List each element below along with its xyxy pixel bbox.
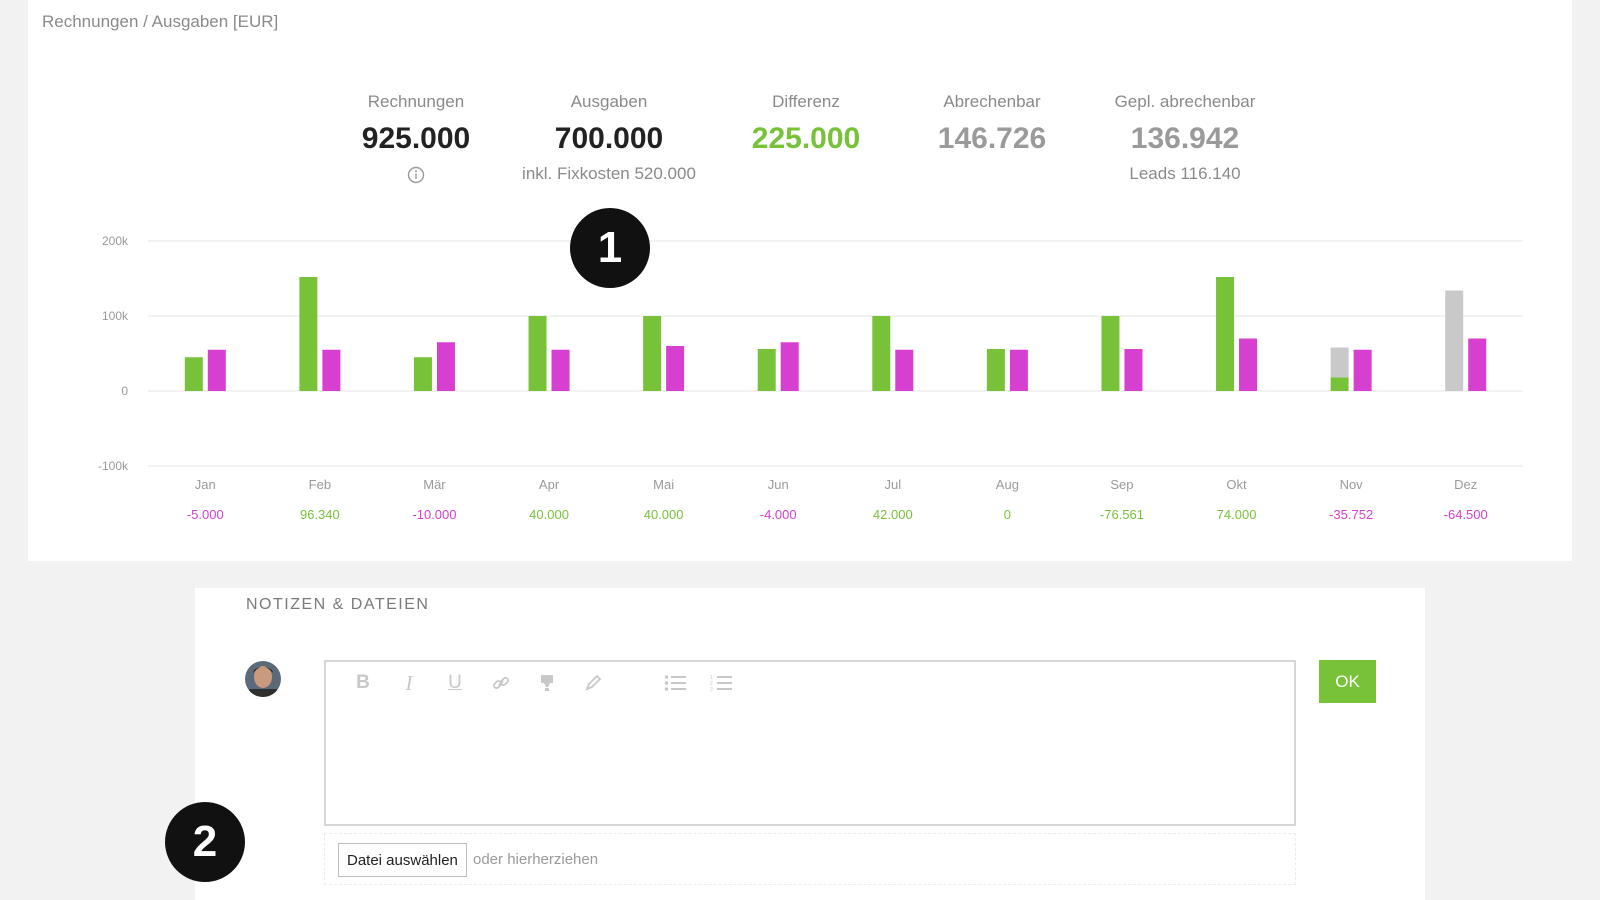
bar-invoices	[1101, 316, 1120, 391]
bar-expenses	[551, 349, 570, 391]
italic-icon[interactable]: I	[386, 670, 432, 696]
callout-badge-1: 1	[570, 208, 650, 288]
numbered-list-icon[interactable]: 123	[698, 670, 744, 696]
difference-label: 96.340	[300, 507, 340, 522]
bar-expenses	[1124, 349, 1143, 391]
x-tick-label: Sep	[1110, 477, 1133, 492]
notes-title: NOTIZEN & DATEIEN	[246, 596, 430, 613]
difference-label: 0	[1004, 507, 1011, 522]
y-tick-label: 0	[121, 384, 128, 398]
bar-invoices	[986, 349, 1005, 391]
editor-toolbar: B I U 123	[340, 670, 744, 696]
y-tick-label: -100k	[98, 459, 129, 473]
difference-label: -35.752	[1329, 507, 1373, 522]
bar-planned	[1445, 290, 1464, 391]
bar-invoices	[1330, 377, 1349, 391]
user-avatar[interactable]	[245, 661, 281, 697]
x-tick-label: Mär	[423, 477, 446, 492]
highlight-icon[interactable]	[524, 670, 570, 696]
bar-invoices	[872, 316, 891, 391]
bar-expenses	[1009, 349, 1028, 391]
x-tick-label: Aug	[996, 477, 1019, 492]
bar-invoices	[643, 316, 662, 391]
difference-label: 40.000	[644, 507, 684, 522]
bar-chart: 200k 100k 0 -100k Jan -5.000 Feb 96.340 Mär -10.0…	[98, 234, 1523, 522]
choose-file-button[interactable]: Datei auswählen	[338, 843, 467, 877]
x-tick-label: Apr	[539, 477, 560, 492]
bar-invoices	[413, 357, 432, 391]
difference-label: -4.000	[760, 507, 797, 522]
underline-icon[interactable]: U	[432, 670, 478, 696]
file-hint: oder hierherziehen	[473, 851, 599, 868]
note-editor[interactable]: B I U 123	[324, 660, 1296, 826]
difference-label: -5.000	[187, 507, 224, 522]
difference-label: -64.500	[1444, 507, 1488, 522]
bar-expenses	[1353, 349, 1372, 391]
bar-expenses	[666, 346, 685, 391]
difference-label: 74.000	[1217, 507, 1257, 522]
bar-expenses	[436, 342, 455, 391]
svg-text:3: 3	[710, 687, 713, 692]
bar-invoices	[184, 357, 203, 391]
x-tick-label: Jan	[195, 477, 216, 492]
bar-expenses	[322, 349, 341, 391]
ok-button[interactable]: OK	[1319, 660, 1376, 703]
y-tick-label: 100k	[102, 309, 129, 323]
callout-badge-2: 2	[165, 802, 245, 882]
difference-label: -76.561	[1100, 507, 1144, 522]
y-tick-label: 200k	[102, 234, 129, 248]
bar-expenses	[1468, 338, 1487, 391]
difference-label: 40.000	[529, 507, 569, 522]
difference-label: 42.000	[873, 507, 913, 522]
bar-expenses	[780, 342, 799, 391]
bullet-list-icon[interactable]	[652, 670, 698, 696]
bar-invoices	[1216, 277, 1235, 391]
bar-invoices	[528, 316, 547, 391]
bar-invoices	[757, 349, 776, 391]
bar-expenses	[207, 349, 226, 391]
x-tick-label: Mai	[653, 477, 674, 492]
bold-icon[interactable]: B	[340, 670, 386, 696]
bar-expenses	[895, 349, 914, 391]
x-tick-label: Jul	[884, 477, 901, 492]
x-tick-label: Okt	[1226, 477, 1247, 492]
x-tick-label: Feb	[309, 477, 331, 492]
x-tick-label: Jun	[768, 477, 789, 492]
bar-invoices	[299, 277, 318, 391]
x-tick-label: Nov	[1340, 477, 1364, 492]
link-icon[interactable]	[478, 670, 524, 696]
pen-icon[interactable]	[570, 670, 616, 696]
x-tick-label: Dez	[1454, 477, 1477, 492]
difference-label: -10.000	[412, 507, 456, 522]
file-dropzone[interactable]: Datei auswählen oder hierherziehen	[324, 833, 1296, 885]
bar-planned	[1330, 347, 1349, 378]
bar-expenses	[1239, 338, 1258, 391]
